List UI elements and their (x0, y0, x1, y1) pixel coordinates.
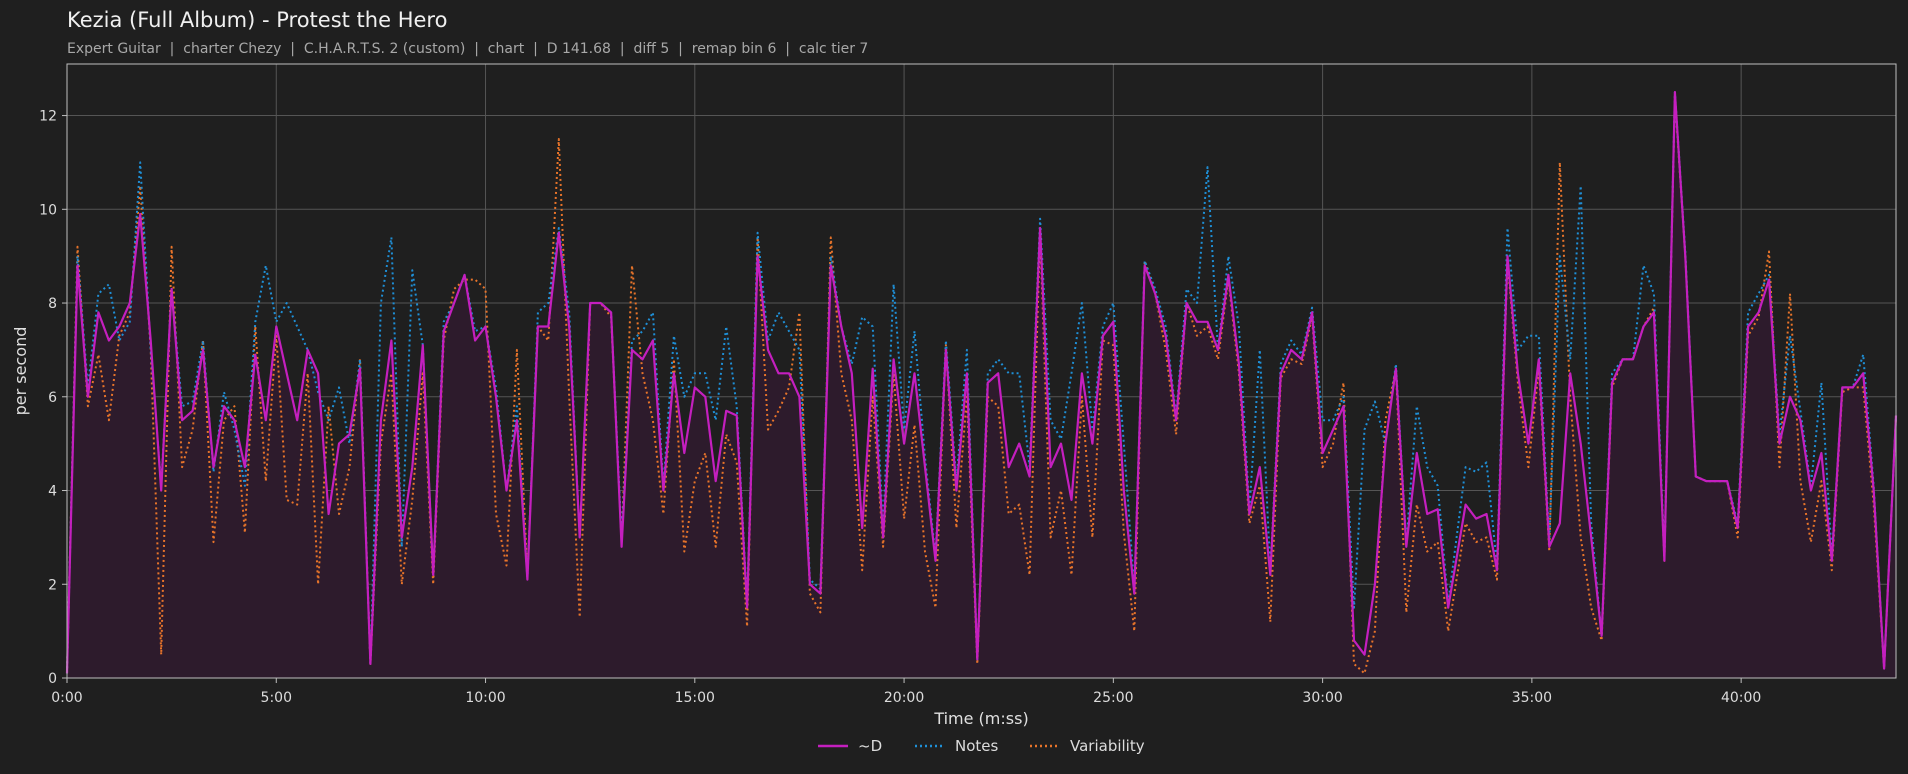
y-tick-label: 0 (48, 671, 57, 687)
legend-label: Notes (955, 737, 999, 755)
legend-label: Variability (1070, 737, 1145, 755)
x-tick-label: 20:00 (884, 690, 924, 706)
legend-label: ~D (858, 737, 882, 755)
x-tick-label: 40:00 (1721, 690, 1761, 706)
fill-layer (67, 92, 1896, 679)
x-tick-label: 35:00 (1512, 690, 1552, 706)
d-area-fill (67, 92, 1896, 679)
x-tick-label: 10:00 (465, 690, 505, 706)
legend: ~D Notes Variability (818, 737, 1145, 755)
x-axis-label: Time (m:ss) (933, 709, 1028, 728)
y-tick-label: 4 (48, 484, 57, 500)
x-tick-label: 0:00 (51, 690, 82, 706)
x-tick-label: 5:00 (261, 690, 292, 706)
y-tick-label: 12 (39, 109, 57, 125)
y-tick-label: 6 (48, 390, 57, 406)
y-tick-label: 2 (48, 577, 57, 593)
chart-canvas: 0:00 5:00 10:00 15:00 20:00 25:00 30:00 35:00 40… (11, 63, 1898, 755)
x-tick-label: 30:00 (1302, 690, 1342, 706)
x-tick-label: 15:00 (675, 690, 715, 706)
x-tick-label: 25:00 (1093, 690, 1133, 706)
y-tick-label: 8 (48, 296, 57, 312)
y-axis-ticks: 0 2 4 6 8 10 12 (39, 109, 67, 687)
y-tick-label: 10 (39, 202, 57, 218)
y-axis-label: per second (11, 327, 30, 416)
x-axis-ticks: 0:00 5:00 10:00 15:00 20:00 25:00 30:00 35:00 40… (51, 678, 1761, 706)
